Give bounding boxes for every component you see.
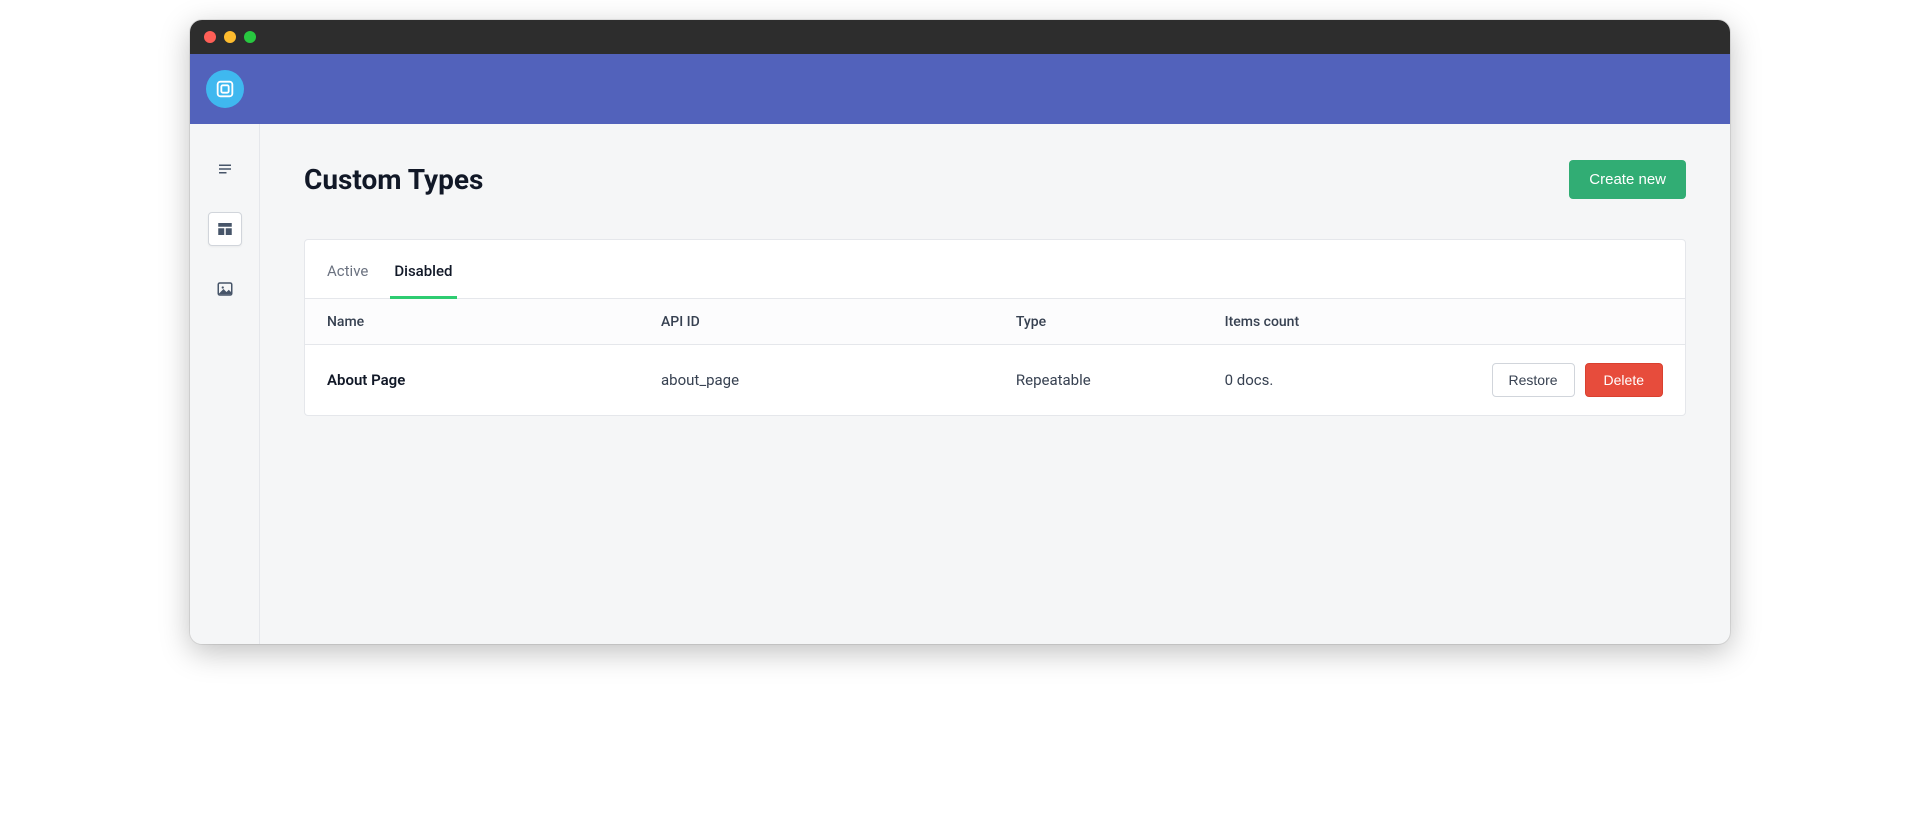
window-close-icon[interactable] xyxy=(204,31,216,43)
table-header: Name API ID Type Items count xyxy=(305,299,1685,345)
page-title: Custom Types xyxy=(304,163,483,196)
window-minimize-icon[interactable] xyxy=(224,31,236,43)
col-api-id: API ID xyxy=(661,314,1016,330)
app-logo[interactable] xyxy=(206,70,244,108)
restore-button[interactable]: Restore xyxy=(1492,363,1575,397)
create-new-button[interactable]: Create new xyxy=(1569,160,1686,199)
row-type: Repeatable xyxy=(1016,371,1225,389)
tab-disabled[interactable]: Disabled xyxy=(394,240,452,298)
row-name: About Page xyxy=(327,371,661,389)
table-row: About Page about_page Repeatable 0 docs.… xyxy=(305,345,1685,415)
topbar xyxy=(190,54,1730,124)
sidebar-item-documents[interactable] xyxy=(208,152,242,186)
tabs: Active Disabled xyxy=(305,240,1685,299)
sidebar-item-custom-types[interactable] xyxy=(208,212,242,246)
main-content: Custom Types Create new Active Disabled … xyxy=(260,124,1730,644)
row-items-count: 0 docs. xyxy=(1225,371,1434,389)
window-maximize-icon[interactable] xyxy=(244,31,256,43)
sidebar-item-media[interactable] xyxy=(208,272,242,306)
row-api-id: about_page xyxy=(661,371,1016,389)
lines-icon xyxy=(216,160,234,178)
types-panel: Active Disabled Name API ID Type Items c… xyxy=(304,239,1686,416)
app-window: Custom Types Create new Active Disabled … xyxy=(190,20,1730,644)
row-actions: Restore Delete xyxy=(1433,363,1663,397)
image-icon xyxy=(216,280,234,298)
col-type: Type xyxy=(1016,314,1225,330)
tab-active[interactable]: Active xyxy=(327,240,368,298)
logo-icon xyxy=(214,78,236,100)
delete-button[interactable]: Delete xyxy=(1585,363,1663,397)
sidebar xyxy=(190,124,260,644)
window-titlebar xyxy=(190,20,1730,54)
col-name: Name xyxy=(327,314,661,330)
layout-icon xyxy=(216,220,234,238)
col-items-count: Items count xyxy=(1225,314,1434,330)
